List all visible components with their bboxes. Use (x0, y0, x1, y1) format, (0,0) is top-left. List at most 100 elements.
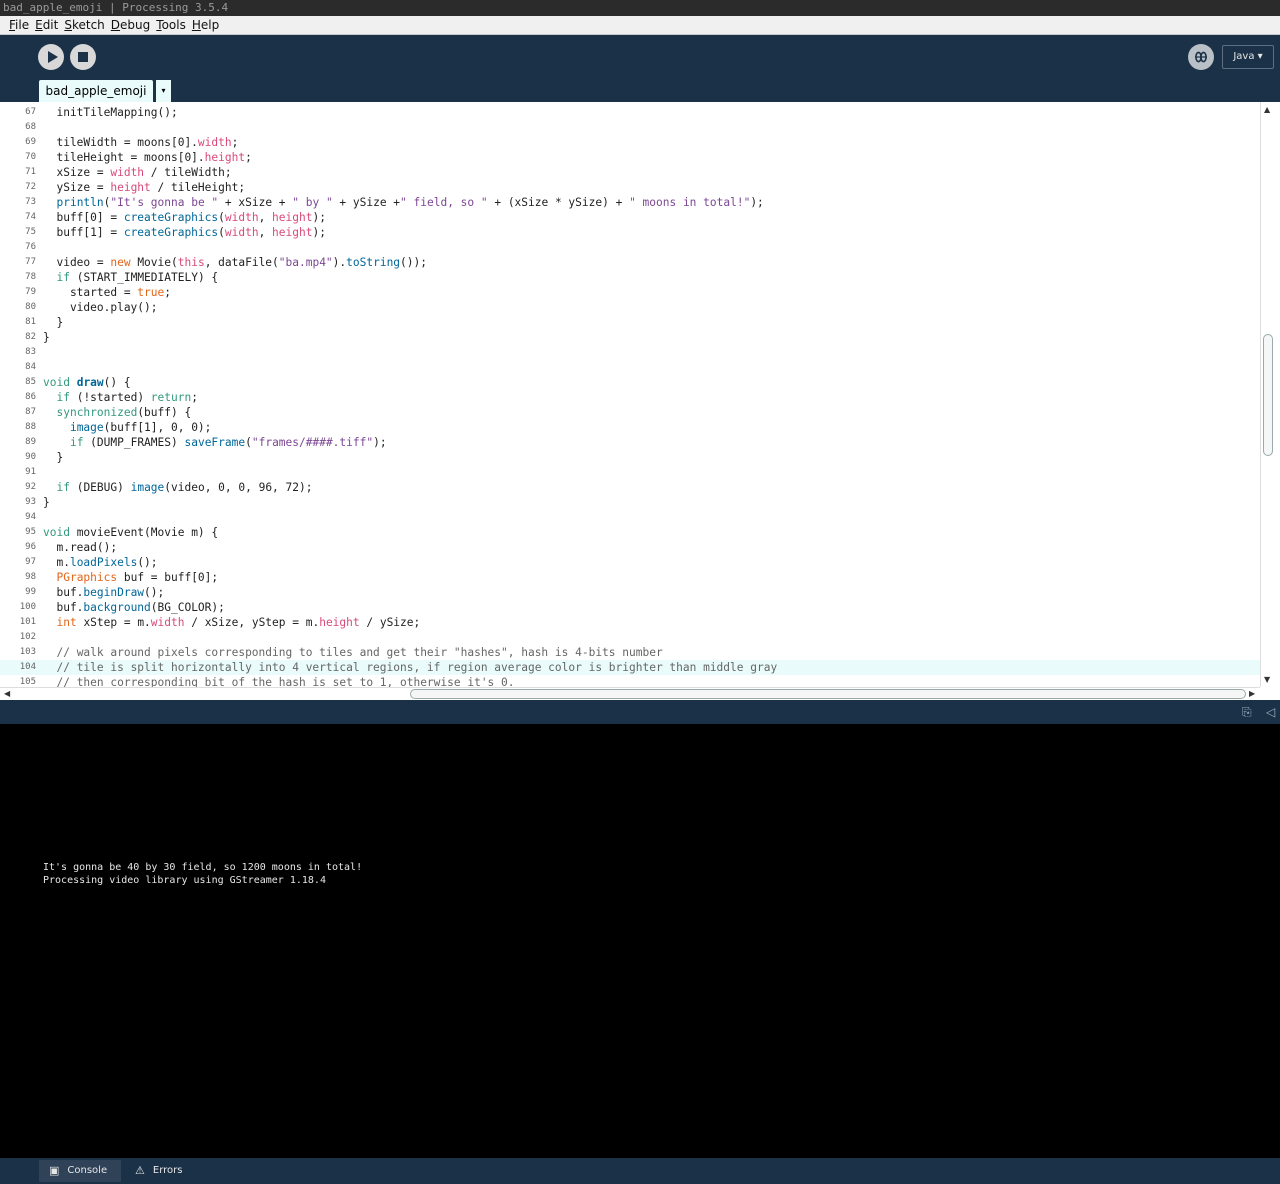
code-text[interactable]: PGraphics buf = buff[0]; (43, 570, 218, 585)
code-line[interactable]: 96 m.read(); (0, 540, 1260, 555)
code-line[interactable]: 97 m.loadPixels(); (0, 555, 1260, 570)
code-area[interactable]: 67 initTileMapping(); 68 69 tileWidth = mo… (0, 105, 1260, 687)
scroll-up-icon[interactable]: ▲ (1264, 105, 1270, 114)
code-line[interactable]: 83 (0, 345, 1260, 360)
code-line[interactable]: 75 buff[1] = createGraphics(width, heigh… (0, 225, 1260, 240)
code-line[interactable]: 87 synchronized(buff) { (0, 405, 1260, 420)
code-text[interactable]: } (43, 495, 50, 510)
code-text[interactable]: video.play(); (43, 300, 158, 315)
code-line[interactable]: 86 if (!started) return; (0, 390, 1260, 405)
code-line[interactable]: 71 xSize = width / tileWidth; (0, 165, 1260, 180)
code-line[interactable]: 102 (0, 630, 1260, 645)
code-text[interactable]: } (43, 315, 63, 330)
code-line[interactable]: 94 (0, 510, 1260, 525)
copy-icon[interactable]: ⎘ (1242, 705, 1252, 720)
code-line[interactable]: 74 buff[0] = createGraphics(width, heigh… (0, 210, 1260, 225)
menu-item-help[interactable]: Help (189, 16, 222, 34)
code-line[interactable]: 81 } (0, 315, 1260, 330)
code-line[interactable]: 93} (0, 495, 1260, 510)
code-text[interactable]: if (!started) return; (43, 390, 197, 405)
scroll-left-icon[interactable]: ◀ (4, 689, 10, 698)
code-line[interactable]: 78 if (START_IMMEDIATELY) { (0, 270, 1260, 285)
code-line[interactable]: 67 initTileMapping(); (0, 105, 1260, 120)
code-text[interactable]: video = new Movie(this, dataFile("ba.mp4… (43, 255, 427, 270)
horizontal-scroll-thumb[interactable] (410, 689, 1246, 699)
code-text[interactable]: } (43, 330, 50, 345)
menu-item-sketch[interactable]: Sketch (61, 16, 107, 34)
code-text[interactable]: if (DUMP_FRAMES) saveFrame("frames/####.… (43, 435, 387, 450)
code-text[interactable]: int xStep = m.width / xSize, yStep = m.h… (43, 615, 420, 630)
code-text[interactable]: buf.beginDraw(); (43, 585, 164, 600)
horizontal-scrollbar[interactable]: ◀ ▶ (0, 687, 1260, 700)
code-line[interactable]: 90 } (0, 450, 1260, 465)
menu-item-edit[interactable]: Edit (32, 16, 61, 34)
code-line[interactable]: 69 tileWidth = moons[0].width; (0, 135, 1260, 150)
code-line[interactable]: 84 (0, 360, 1260, 375)
code-line[interactable]: 88 image(buff[1], 0, 0); (0, 420, 1260, 435)
code-line[interactable]: 80 video.play(); (0, 300, 1260, 315)
code-line[interactable]: 92 if (DEBUG) image(video, 0, 0, 96, 72)… (0, 480, 1260, 495)
code-text[interactable]: m.read(); (43, 540, 117, 555)
collapse-icon[interactable]: ◁ (1266, 705, 1275, 719)
code-line[interactable]: 70 tileHeight = moons[0].height; (0, 150, 1260, 165)
code-editor[interactable]: 67 initTileMapping(); 68 69 tileWidth = mo… (0, 102, 1280, 700)
tab-menu-button[interactable]: ▾ (156, 80, 171, 102)
code-line[interactable]: 91 (0, 465, 1260, 480)
code-text[interactable]: tileWidth = moons[0].width; (43, 135, 238, 150)
mode-selector[interactable]: Java ▾ (1222, 45, 1274, 69)
menu-item-file[interactable]: File (6, 16, 32, 34)
debug-button[interactable] (1188, 44, 1214, 70)
code-line[interactable]: 100 buf.background(BG_COLOR); (0, 600, 1260, 615)
code-text[interactable]: synchronized(buff) { (43, 405, 191, 420)
code-text[interactable]: buff[0] = createGraphics(width, height); (43, 210, 325, 225)
code-line[interactable]: 103 // walk around pixels corresponding … (0, 645, 1260, 660)
code-text[interactable]: ySize = height / tileHeight; (43, 180, 245, 195)
code-line[interactable]: 77 video = new Movie(this, dataFile("ba.… (0, 255, 1260, 270)
code-line[interactable]: 95 void movieEvent(Movie m) { (0, 525, 1260, 540)
code-text[interactable]: } (43, 450, 63, 465)
errors-tab[interactable]: ⚠ Errors (125, 1160, 197, 1182)
code-line[interactable]: 104 // tile is split horizontally into 4… (0, 660, 1260, 675)
code-text[interactable]: // tile is split horizontally into 4 ver… (43, 660, 777, 675)
code-line[interactable]: 72 ySize = height / tileHeight; (0, 180, 1260, 195)
code-text[interactable]: m.loadPixels(); (43, 555, 157, 570)
code-line[interactable]: 99 buf.beginDraw(); (0, 585, 1260, 600)
code-line[interactable]: 98 PGraphics buf = buff[0]; (0, 570, 1260, 585)
scroll-right-icon[interactable]: ▶ (1249, 689, 1255, 698)
code-line[interactable]: 89 if (DUMP_FRAMES) saveFrame("frames/##… (0, 435, 1260, 450)
code-text[interactable]: xSize = width / tileWidth; (43, 165, 231, 180)
console-tab[interactable]: ▣ Console (39, 1160, 121, 1182)
code-line[interactable]: 79 started = true; (0, 285, 1260, 300)
vertical-scrollbar[interactable]: ▲ ▼ (1260, 102, 1274, 687)
code-text[interactable]: buff[1] = createGraphics(width, height); (43, 225, 325, 240)
line-number: 81 (25, 317, 36, 327)
run-button[interactable] (38, 44, 64, 70)
code-text[interactable]: if (DEBUG) image(video, 0, 0, 96, 72); (43, 480, 312, 495)
code-line[interactable]: 68 (0, 120, 1260, 135)
scroll-down-icon[interactable]: ▼ (1264, 675, 1270, 684)
line-number: 93 (25, 497, 36, 507)
code-text[interactable]: if (START_IMMEDIATELY) { (43, 270, 218, 285)
code-line[interactable]: 101 int xStep = m.width / xSize, yStep =… (0, 615, 1260, 630)
code-text[interactable]: buf.background(BG_COLOR); (43, 600, 224, 615)
code-text[interactable]: void draw() { (43, 375, 131, 390)
code-text[interactable]: // walk around pixels corresponding to t… (43, 645, 662, 660)
code-line[interactable]: 85 void draw() { (0, 375, 1260, 390)
code-line[interactable]: 82} (0, 330, 1260, 345)
stop-button[interactable] (70, 44, 96, 70)
vertical-scroll-thumb[interactable] (1263, 334, 1273, 456)
code-text[interactable]: image(buff[1], 0, 0); (43, 420, 211, 435)
code-text[interactable]: // then corresponding bit of the hash is… (43, 675, 514, 687)
menu-item-tools[interactable]: Tools (153, 16, 189, 34)
code-line[interactable]: 76 (0, 240, 1260, 255)
code-text[interactable]: started = true; (43, 285, 171, 300)
code-text[interactable]: tileHeight = moons[0].height; (43, 150, 251, 165)
menu-item-debug[interactable]: Debug (108, 16, 153, 34)
code-line[interactable]: 73 println("It's gonna be " + xSize + " … (0, 195, 1260, 210)
code-text[interactable]: void movieEvent(Movie m) { (43, 525, 218, 540)
code-line[interactable]: 105 // then corresponding bit of the has… (0, 675, 1260, 687)
code-text[interactable]: println("It's gonna be " + xSize + " by … (43, 195, 763, 210)
tab-sketch[interactable]: bad_apple_emoji (39, 80, 153, 102)
line-number: 94 (25, 512, 36, 522)
code-text[interactable]: initTileMapping(); (43, 105, 177, 120)
